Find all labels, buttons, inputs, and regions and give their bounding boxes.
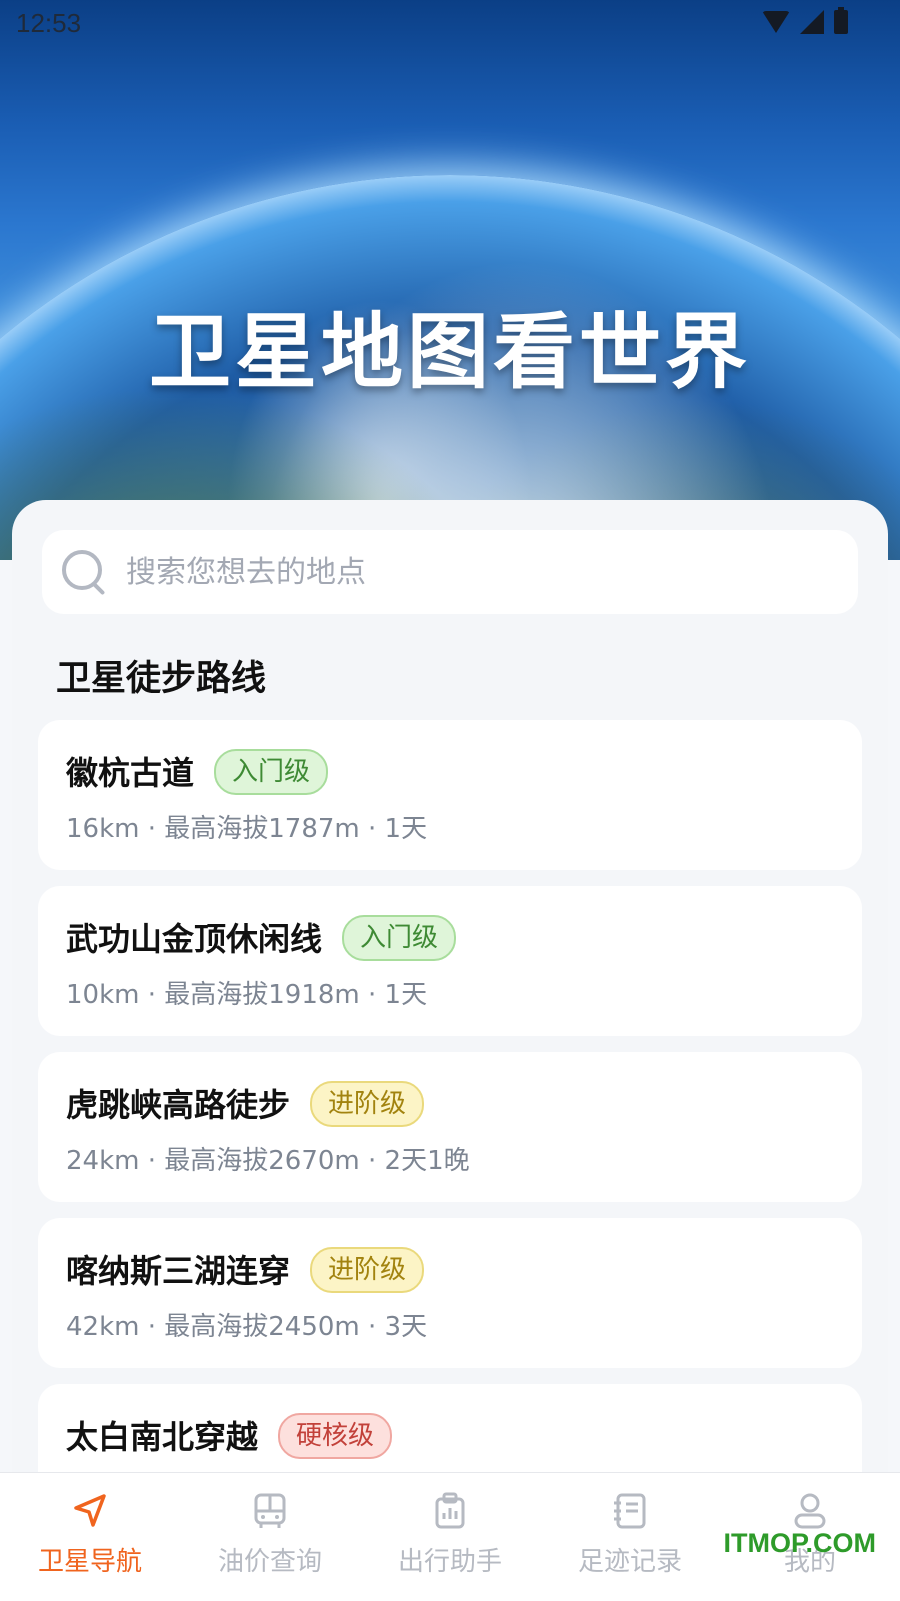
route-card[interactable]: 喀纳斯三湖连穿 进阶级 42km · 最高海拔2450m · 3天 xyxy=(38,1218,862,1368)
signal-icon xyxy=(800,10,824,34)
level-badge: 进阶级 xyxy=(310,1247,425,1293)
tab-footprint[interactable]: 足迹记录 xyxy=(540,1473,720,1601)
route-info: 42km · 最高海拔2450m · 3天 xyxy=(66,1312,428,1342)
route-name: 太白南北穿越 xyxy=(66,1418,259,1456)
tab-label: 足迹记录 xyxy=(577,1547,682,1577)
route-info: 10km · 最高海拔1918m · 1天 xyxy=(66,980,428,1010)
route-name: 喀纳斯三湖连穿 xyxy=(66,1252,291,1290)
route-name: 武功山金顶休闲线 xyxy=(66,920,323,958)
search-bar[interactable] xyxy=(42,530,858,614)
route-card[interactable]: 武功山金顶休闲线 入门级 10km · 最高海拔1918m · 1天 xyxy=(38,886,862,1036)
tab-satellite-navigation[interactable]: 卫星导航 xyxy=(0,1473,180,1601)
tab-fuel-price[interactable]: 油价查询 xyxy=(180,1473,360,1601)
status-icons xyxy=(762,7,848,34)
status-time: 12:53 xyxy=(16,8,82,38)
watermark: ITMOP.COM xyxy=(723,1528,876,1558)
search-input[interactable] xyxy=(124,553,808,591)
search-icon[interactable] xyxy=(60,548,108,596)
tab-label: 卫星导航 xyxy=(37,1547,142,1577)
level-badge: 进阶级 xyxy=(310,1081,425,1127)
route-info: 24km · 最高海拔2670m · 2天1晚 xyxy=(66,1146,470,1176)
level-badge: 入门级 xyxy=(214,749,329,795)
person-icon xyxy=(790,1491,830,1531)
wifi-icon xyxy=(762,11,790,33)
navigation-arrow-icon xyxy=(70,1491,110,1531)
notebook-icon xyxy=(610,1491,650,1531)
bus-icon xyxy=(250,1491,290,1531)
tab-travel-assistant[interactable]: 出行助手 xyxy=(360,1473,540,1601)
route-card[interactable]: 徽杭古道 入门级 16km · 最高海拔1787m · 1天 xyxy=(38,720,862,870)
section-title: 卫星徒步路线 xyxy=(56,659,267,699)
level-badge: 入门级 xyxy=(342,915,457,961)
route-list: 徽杭古道 入门级 16km · 最高海拔1787m · 1天 武功山金顶休闲线 入门… xyxy=(38,720,862,1550)
hero-banner: 12:53 卫星地图看世界 xyxy=(0,0,900,560)
route-name: 虎跳峡高路徒步 xyxy=(66,1086,291,1124)
route-info: 16km · 最高海拔1787m · 1天 xyxy=(66,814,428,844)
clipboard-icon xyxy=(430,1491,470,1531)
route-name: 徽杭古道 xyxy=(66,754,195,792)
battery-icon xyxy=(834,7,848,34)
route-card[interactable]: 虎跳峡高路徒步 进阶级 24km · 最高海拔2670m · 2天1晚 xyxy=(38,1052,862,1202)
hero-title: 卫星地图看世界 xyxy=(148,305,751,400)
tab-label: 出行助手 xyxy=(397,1547,502,1577)
content-panel: 卫星徒步路线 徽杭古道入门级 16km · 最高海拔1787m · 1天 武功山… xyxy=(12,500,888,1600)
tab-label: 油价查询 xyxy=(217,1547,322,1577)
level-badge: 硬核级 xyxy=(278,1413,393,1459)
